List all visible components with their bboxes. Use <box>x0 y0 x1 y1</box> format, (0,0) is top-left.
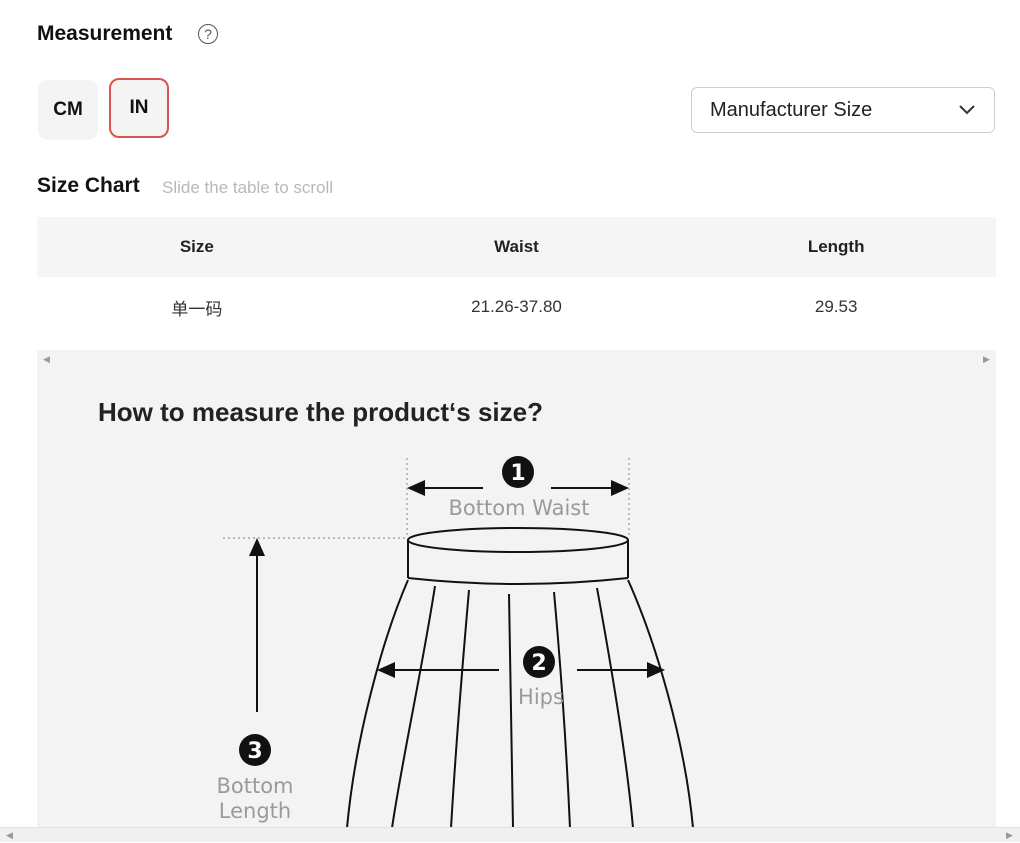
badge-2-number: 2 <box>531 651 546 676</box>
label-length: Length <box>219 799 291 823</box>
column-header-waist: Waist <box>356 217 677 277</box>
help-icon-glyph: ? <box>204 26 212 42</box>
column-header-size: Size <box>37 217 357 277</box>
size-type-select-value: Manufacturer Size <box>710 98 873 121</box>
unit-cm-button[interactable]: CM <box>38 80 98 140</box>
measurement-guide-panel[interactable]: ◀ ▶ How to measure the product‘s size? 1… <box>37 350 996 828</box>
size-type-select[interactable]: Manufacturer Size <box>691 87 995 133</box>
cell-waist: 21.26-37.80 <box>471 297 562 316</box>
badge-1-number: 1 <box>510 461 525 486</box>
table-header-row: Size Waist Length <box>37 217 996 277</box>
cell-size: 单一码 <box>171 299 223 319</box>
horizontal-scrollbar[interactable]: ◀ ▶ <box>0 827 1020 842</box>
size-chart-hint: Slide the table to scroll <box>162 178 334 197</box>
unit-in-button[interactable]: IN <box>109 78 169 138</box>
label-bottom-waist: Bottom Waist <box>448 496 589 520</box>
size-chart-title: Size Chart <box>37 174 140 197</box>
help-icon[interactable]: ? <box>198 24 218 44</box>
scrollbar-left-icon[interactable]: ◀ <box>6 830 13 841</box>
label-hips: Hips <box>518 685 564 709</box>
chevron-down-icon <box>958 99 976 122</box>
cell-length: 29.53 <box>814 297 858 316</box>
measurement-title: Measurement <box>37 22 173 45</box>
unit-cm-label: CM <box>53 99 83 120</box>
badge-3-number: 3 <box>247 739 262 764</box>
scrollbar-right-icon[interactable]: ▶ <box>1006 830 1013 841</box>
table-row: 单一码 21.26-37.80 29.53 <box>37 277 996 337</box>
column-header-length: Length <box>676 217 996 277</box>
unit-in-label: IN <box>129 97 149 118</box>
size-table: Size Waist Length 单一码 21.26-37.80 29.53 <box>37 217 996 337</box>
skirt-diagram: 1 2 3 Bottom Waist Hips Bottom Length <box>216 456 694 828</box>
label-bottom: Bottom <box>216 774 293 798</box>
